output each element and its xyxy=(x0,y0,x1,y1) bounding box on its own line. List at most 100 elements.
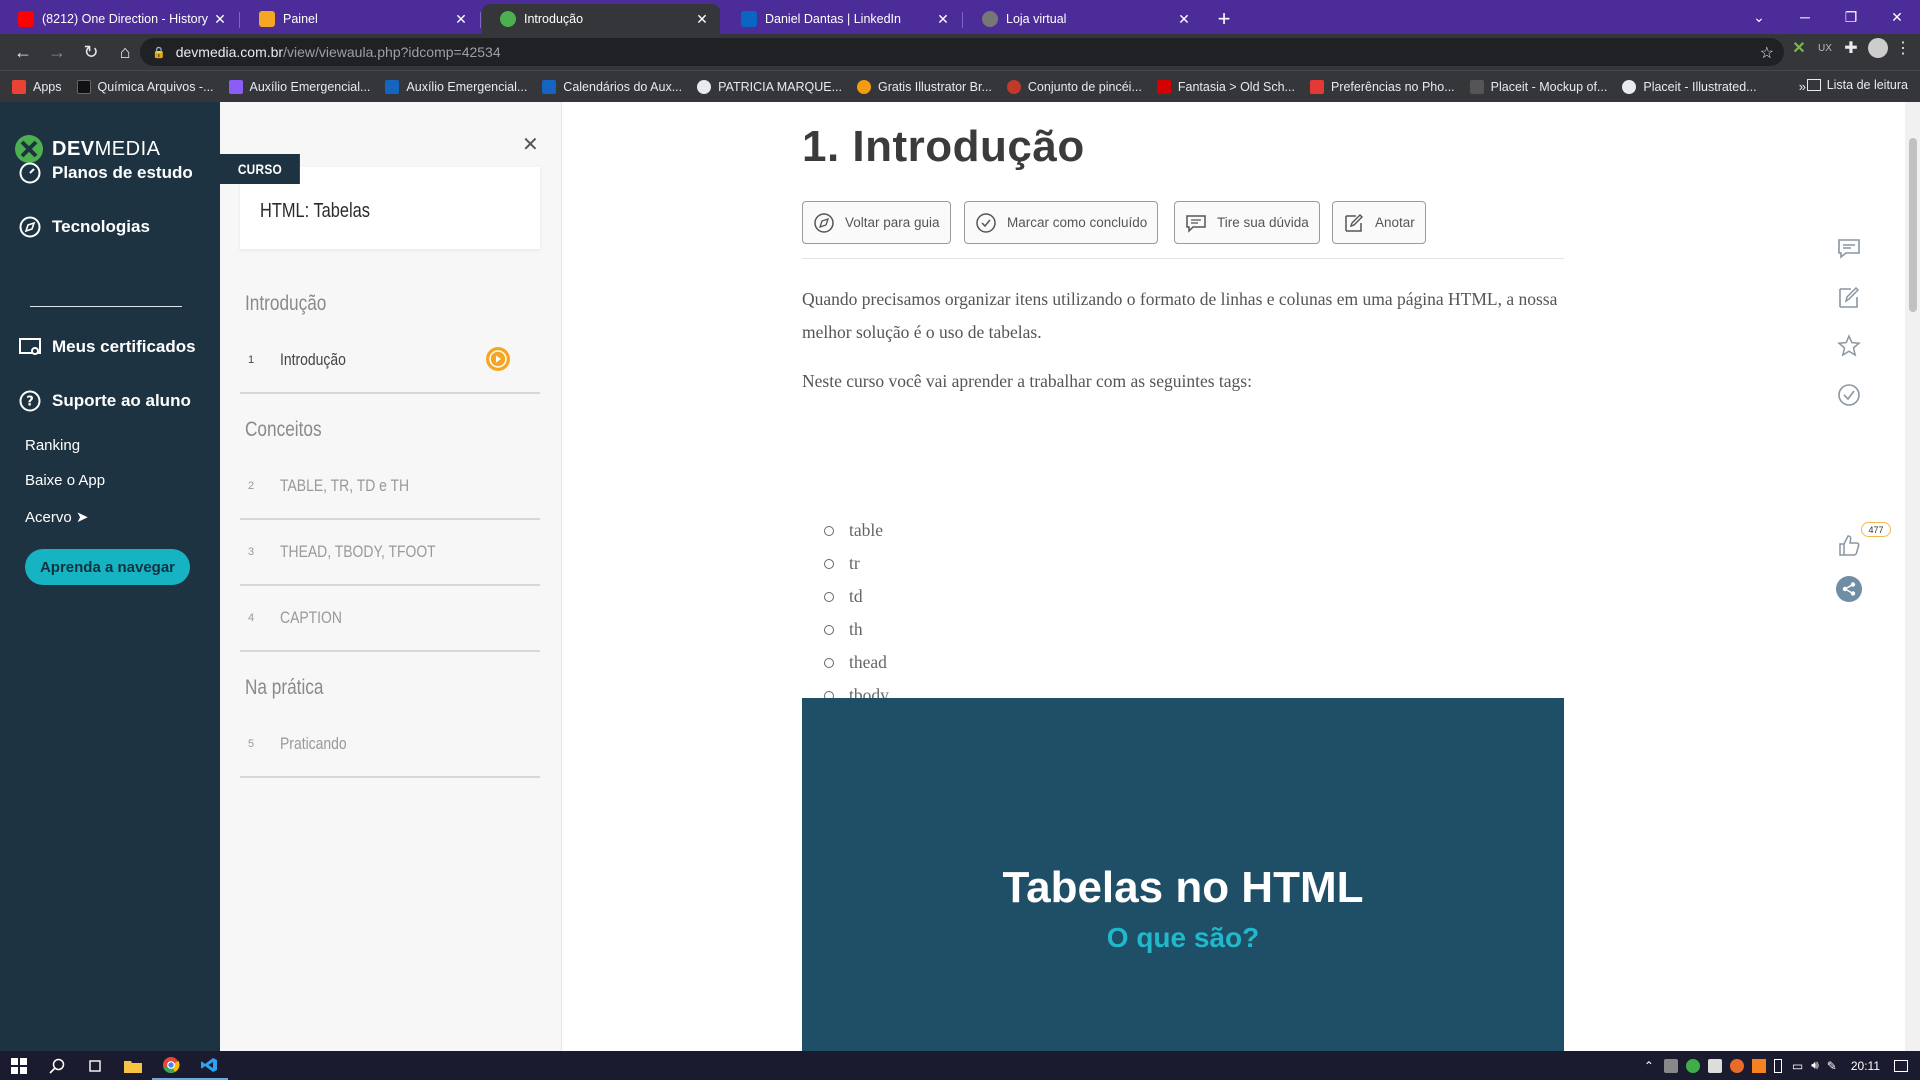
browser-toolbar: ← → ↻ ⌂ 🔒 devmedia.com.br /view/viewaula… xyxy=(0,34,1920,70)
bookmark-item[interactable]: Placeit - Illustrated... xyxy=(1622,79,1757,94)
clock[interactable]: 20:11 xyxy=(1851,1059,1880,1073)
bookmark-item[interactable]: Gratis Illustrator Br... xyxy=(856,79,992,94)
search-icon[interactable] xyxy=(38,1051,76,1080)
bookmark-star-icon[interactable]: ☆ xyxy=(1760,43,1774,63)
bookmark-item[interactable]: Fantasia > Old Sch... xyxy=(1156,79,1295,94)
minimize-icon[interactable]: ─ xyxy=(1782,9,1828,25)
tray-app-icon[interactable] xyxy=(1663,1058,1678,1073)
chrome-taskbar-icon[interactable] xyxy=(152,1051,190,1080)
page-scrollbar[interactable] xyxy=(1905,102,1920,1051)
puzzle-extensions-icon[interactable]: ✚ xyxy=(1842,39,1860,57)
extension-x-icon[interactable]: ✕ xyxy=(1790,39,1808,57)
anotar-button[interactable]: Anotar xyxy=(1332,201,1426,244)
play-icon[interactable] xyxy=(486,347,510,371)
favorite-star-icon[interactable] xyxy=(1834,331,1864,361)
url-host: devmedia.com.br xyxy=(175,44,284,60)
nav-planos-de-estudo[interactable]: Planos de estudo xyxy=(18,161,193,185)
nav-tecnologias[interactable]: Tecnologias xyxy=(18,215,150,239)
action-label: Marcar como concluído xyxy=(1007,215,1148,230)
nav-acervo[interactable]: Acervo ➤ xyxy=(25,508,88,526)
bookmark-item[interactable]: Auxílio Emergencial... xyxy=(385,79,527,94)
volume-icon[interactable]: 🔊︎ xyxy=(1811,1058,1819,1073)
pen-icon[interactable]: ✎ xyxy=(1827,1059,1837,1073)
maximize-icon[interactable]: ❐ xyxy=(1828,9,1874,26)
aprenda-a-navegar-button[interactable]: Aprenda a navegar xyxy=(25,549,190,585)
bookmark-item[interactable]: Auxílio Emergencial... xyxy=(228,79,370,94)
extension-ux-icon[interactable]: UX xyxy=(1816,39,1834,57)
bookmark-label: Placeit - Mockup of... xyxy=(1490,79,1608,94)
nav-suporte-ao-aluno[interactable]: ? Suporte ao aluno xyxy=(18,389,191,413)
bookmark-apps[interactable]: Apps xyxy=(12,79,62,94)
bookmark-item[interactable]: Preferências no Pho... xyxy=(1309,79,1455,94)
close-tab-icon[interactable]: ✕ xyxy=(935,11,951,27)
close-window-icon[interactable]: ✕ xyxy=(1874,9,1920,26)
youtube-favicon-icon xyxy=(18,11,34,27)
bookmark-favicon-icon xyxy=(385,79,400,94)
voltar-para-guia-button[interactable]: Voltar para guia xyxy=(802,201,951,244)
tray-app-icon[interactable] xyxy=(1729,1058,1744,1073)
scrollbar-thumb[interactable] xyxy=(1909,138,1917,312)
section-title: Na prática xyxy=(245,676,324,699)
bookmark-item[interactable]: Placeit - Mockup of... xyxy=(1469,79,1608,94)
nav-baixe-o-app[interactable]: Baixe o App xyxy=(25,472,105,489)
back-icon[interactable]: ← xyxy=(6,35,40,69)
bookmark-label: Gratis Illustrator Br... xyxy=(877,79,992,94)
close-tab-icon[interactable]: ✕ xyxy=(694,11,710,27)
browser-tab[interactable]: Daniel Dantas | LinkedIn ✕ xyxy=(723,4,963,34)
compass-icon xyxy=(18,215,42,239)
reading-list-button[interactable]: Lista de leitura xyxy=(1806,78,1908,92)
profile-avatar[interactable] xyxy=(1868,38,1888,58)
tab-title: Painel xyxy=(283,12,318,26)
share-icon[interactable] xyxy=(1836,576,1862,602)
tire-sua-duvida-button[interactable]: Tire sua dúvida xyxy=(1174,201,1320,244)
browser-tab[interactable]: (8212) One Direction - History (C ✕ xyxy=(0,4,240,34)
nav-ranking[interactable]: Ranking xyxy=(25,437,80,454)
close-tab-icon[interactable]: ✕ xyxy=(1176,11,1192,27)
file-explorer-icon[interactable] xyxy=(114,1051,152,1080)
bookmark-item[interactable]: Conjunto de pincéi... xyxy=(1006,79,1142,94)
lesson-item[interactable]: 3 THEAD, TBODY, TFOOT xyxy=(240,532,540,586)
check-circle-icon xyxy=(975,212,997,234)
battery-icon[interactable] xyxy=(1773,1058,1782,1073)
task-view-icon[interactable] xyxy=(76,1051,114,1080)
like-thumb-icon[interactable] xyxy=(1834,530,1864,560)
new-tab-button[interactable]: + xyxy=(1209,4,1239,34)
address-bar[interactable]: 🔒 devmedia.com.br /view/viewaula.php?idc… xyxy=(140,38,1784,66)
vscode-taskbar-icon[interactable] xyxy=(190,1051,228,1080)
home-icon[interactable]: ⌂ xyxy=(108,35,142,69)
nav-meus-certificados[interactable]: Meus certificados xyxy=(18,335,196,359)
tray-security-icon[interactable] xyxy=(1707,1058,1722,1073)
lesson-item[interactable]: 5 Praticando xyxy=(240,724,540,778)
tab-title: (8212) One Direction - History (C xyxy=(42,12,212,26)
browser-tab[interactable]: Painel ✕ xyxy=(241,4,481,34)
devmedia-logo[interactable]: DEVMEDIA xyxy=(14,134,160,164)
lesson-item[interactable]: 2 TABLE, TR, TD e TH xyxy=(240,466,540,520)
close-tab-icon[interactable]: ✕ xyxy=(453,11,469,27)
tray-app-icon[interactable] xyxy=(1751,1058,1766,1073)
notes-icon[interactable] xyxy=(1834,282,1864,312)
video-banner[interactable]: Tabelas no HTML O que são? xyxy=(802,698,1564,1051)
bookmark-item[interactable]: Química Arquivos -... xyxy=(76,79,214,94)
reload-icon[interactable]: ↻ xyxy=(74,35,108,69)
bookmarks-overflow-button[interactable]: » xyxy=(1799,79,1806,94)
browser-tab-active[interactable]: Introdução ✕ xyxy=(482,4,720,34)
forward-icon[interactable]: → xyxy=(40,35,74,69)
network-icon[interactable]: ▭ xyxy=(1792,1059,1803,1073)
close-icon[interactable]: ✕ xyxy=(522,132,539,157)
lesson-item[interactable]: 1 Introdução xyxy=(240,340,540,394)
marcar-como-concluido-button[interactable]: Marcar como concluído xyxy=(964,201,1159,244)
bookmark-item[interactable]: PATRICIA MARQUE... xyxy=(697,79,842,94)
tab-search-icon[interactable]: ⌄ xyxy=(1736,9,1782,26)
comments-icon[interactable] xyxy=(1834,233,1864,263)
close-tab-icon[interactable]: ✕ xyxy=(212,11,228,27)
browser-tab[interactable]: Loja virtual ✕ xyxy=(964,4,1202,34)
tray-app-icon[interactable] xyxy=(1685,1058,1700,1073)
lesson-item[interactable]: 4 CAPTION xyxy=(240,598,540,652)
tray-overflow-icon[interactable]: ⌃ xyxy=(1644,1059,1654,1073)
bookmark-item[interactable]: Calendários do Aux... xyxy=(542,79,682,94)
system-tray: ⌃ ▭ 🔊︎ ✎ 20:11 xyxy=(1644,1051,1920,1080)
complete-check-icon[interactable] xyxy=(1834,380,1864,410)
notifications-icon[interactable] xyxy=(1894,1059,1908,1072)
menu-kebab-icon[interactable]: ⋮ xyxy=(1895,38,1911,58)
windows-start-icon[interactable] xyxy=(0,1051,38,1080)
